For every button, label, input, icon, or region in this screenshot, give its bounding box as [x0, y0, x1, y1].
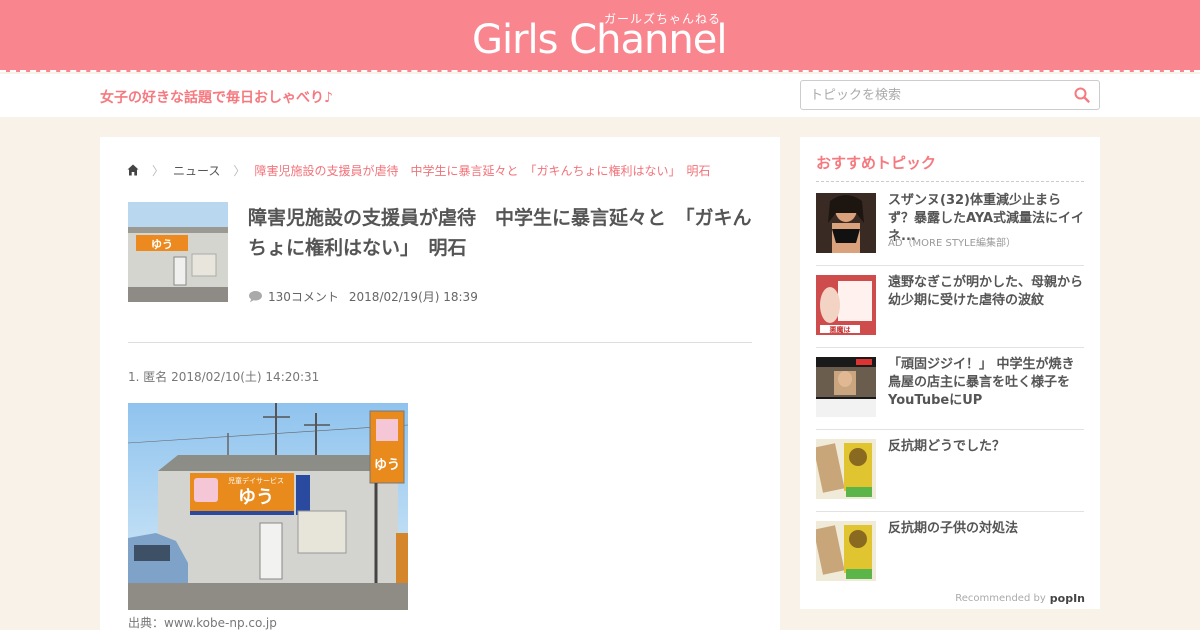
- sign-name-text: ゆう: [238, 487, 274, 508]
- comment-header: 1. 匿名 2018/02/10(土) 14:20:31: [128, 370, 320, 384]
- item-title: 「頑固ジジイ！」 中学生が焼き鳥屋の店主に暴言を吐く様子をYouTubeにUP: [888, 357, 1075, 408]
- thumb-sign-text: ゆう: [151, 238, 173, 251]
- comment-image[interactable]: 児童デイサービス ゆう ゆう: [128, 403, 408, 610]
- divider: [816, 347, 1084, 348]
- breadcrumb: 〉 ニュース 〉 障害児施設の支援員が虐待 中学生に暴言延々と 「ガキんちょに権…: [127, 161, 710, 179]
- site-tagline: 女子の好きな話題で毎日おしゃべり♪: [100, 90, 333, 106]
- divider: [816, 429, 1084, 430]
- sub-header: 女子の好きな話題で毎日おしゃべり♪: [0, 74, 1200, 117]
- topic-title: 障害児施設の支援員が虐待 中学生に暴言延々と 「ガキんちょに権利はない」 明石: [248, 207, 752, 259]
- divider: [816, 265, 1084, 266]
- recommended-item[interactable]: 「頑固ジジイ！」 中学生が焼き鳥屋の店主に暴言を吐く様子をYouTubeにUP: [816, 357, 1084, 439]
- item-thumbnail: [816, 521, 876, 581]
- sign-small-text: 児童デイサービス: [228, 476, 284, 485]
- home-icon[interactable]: [127, 164, 139, 176]
- breadcrumb-news-link[interactable]: ニュース: [173, 162, 220, 179]
- divider: [816, 181, 1084, 182]
- search-input[interactable]: [801, 81, 1061, 109]
- recommended-item[interactable]: 反抗期どうでした？: [816, 439, 1084, 521]
- divider: [816, 511, 1084, 512]
- item-thumbnail: [816, 193, 876, 253]
- recommended-by[interactable]: Recommended by popIn: [955, 592, 1085, 605]
- comment-bubble-icon: [249, 291, 262, 303]
- topic-thumbnail: ゆう: [128, 202, 228, 302]
- site-logo[interactable]: Girls Channel: [472, 17, 727, 63]
- svg-text:悪魔は: 悪魔は: [830, 325, 851, 334]
- topic-card: 〉 ニュース 〉 障害児施設の支援員が虐待 中学生に暴言延々と 「ガキんちょに権…: [100, 137, 780, 630]
- recommended-item[interactable]: スザンヌ(32)体重減少止まらず？暴露したAYA式減量法にイイネ... AD（M…: [816, 193, 1084, 275]
- image-source[interactable]: 出典：www.kobe-np.co.jp: [128, 614, 277, 630]
- divider: [128, 342, 752, 343]
- pole-sign-text: ゆう: [374, 458, 400, 473]
- sidebar-title: おすすめトピック: [816, 154, 937, 172]
- comment-count[interactable]: 130コメント: [268, 288, 339, 305]
- recommended-topics: おすすめトピック スザンヌ(32)体重減少止まらず？暴露したAYA式減量法にイイ…: [800, 137, 1100, 609]
- item-thumbnail: [816, 439, 876, 499]
- chevron-right-icon: 〉: [233, 163, 246, 178]
- site-header: ガールズちゃんねる Girls Channel: [0, 0, 1200, 72]
- item-title: 反抗期の子供の対処法: [888, 521, 1019, 536]
- search-icon[interactable]: [1073, 86, 1091, 104]
- recommended-item[interactable]: 反抗期の子供の対処法: [816, 521, 1084, 603]
- recommended-item[interactable]: 悪魔は 遠野なぎこが明かした、母親から幼少期に受けた虐待の波紋: [816, 275, 1084, 357]
- item-thumbnail: 悪魔は: [816, 275, 876, 335]
- topic-date: 2018/02/19(月) 18:39: [348, 290, 478, 304]
- item-title: 反抗期どうでした？: [888, 439, 1006, 454]
- popin-logo: popIn: [1049, 592, 1085, 605]
- topic-meta: 130コメント 2018/02/19(月) 18:39: [248, 288, 478, 305]
- ad-label: AD（MORE STYLE編集部）: [888, 238, 1016, 249]
- chevron-right-icon: 〉: [152, 163, 165, 178]
- breadcrumb-current: 障害児施設の支援員が虐待 中学生に暴言延々と 「ガキんちょに権利はない」 明石: [254, 163, 711, 178]
- search-box: [800, 80, 1100, 110]
- item-title: 遠野なぎこが明かした、母親から幼少期に受けた虐待の波紋: [888, 275, 1084, 308]
- item-thumbnail: [816, 357, 876, 417]
- recommended-by-label: Recommended by: [955, 593, 1046, 604]
